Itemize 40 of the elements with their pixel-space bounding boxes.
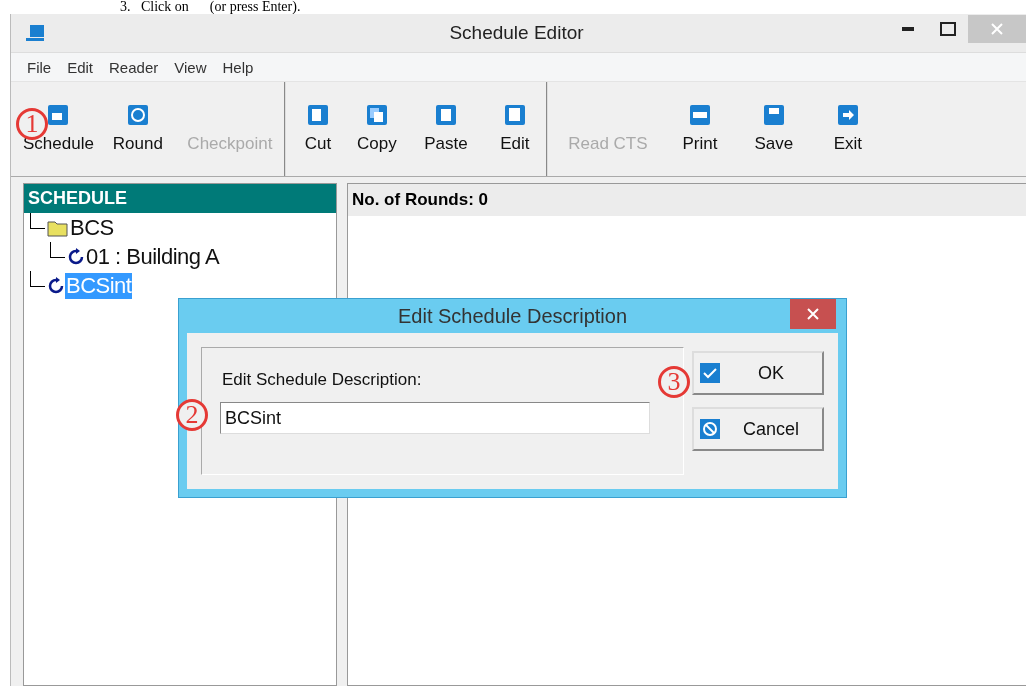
menu-item[interactable]: Edit bbox=[67, 58, 94, 76]
maximize-icon bbox=[940, 22, 956, 36]
menu-item[interactable]: File bbox=[27, 58, 52, 76]
tree-line bbox=[30, 212, 45, 229]
prohibited-icon bbox=[700, 419, 720, 439]
tree-line bbox=[30, 270, 45, 287]
menu-item[interactable]: Help bbox=[222, 58, 254, 76]
menu-item[interactable]: Reader bbox=[109, 58, 159, 76]
toolbar-button[interactable]: Paste bbox=[409, 86, 482, 176]
toolbar-button[interactable]: Save bbox=[737, 86, 810, 176]
toolbar-button[interactable]: Print bbox=[663, 86, 736, 176]
minimize-icon bbox=[902, 27, 914, 31]
description-field[interactable]: BCSint bbox=[220, 402, 650, 434]
target-icon bbox=[126, 104, 149, 126]
rounds-header: No. of Rounds: 0 bbox=[348, 184, 1026, 216]
menu-item[interactable]: View bbox=[174, 58, 207, 76]
dialog-title: Edit Schedule Description bbox=[398, 304, 627, 328]
folder-icon bbox=[47, 218, 69, 237]
cancel-button[interactable]: Cancel bbox=[692, 407, 824, 451]
tree-item[interactable]: BCS bbox=[69, 214, 115, 241]
ok-button[interactable]: OK bbox=[692, 351, 824, 395]
copy-document-icon bbox=[365, 104, 388, 126]
toolbar-button[interactable]: Exit bbox=[811, 86, 884, 176]
tree-header: SCHEDULE bbox=[24, 184, 336, 213]
instruction-text: 3. Click on (or press Enter). bbox=[119, 0, 302, 14]
checkmark-icon bbox=[700, 363, 720, 383]
toolbar-button[interactable]: Edit bbox=[483, 86, 546, 176]
field-label: Edit Schedule Description: bbox=[222, 370, 423, 390]
app-icon bbox=[25, 24, 45, 42]
toolbar-button[interactable]: Cut bbox=[291, 86, 344, 176]
toolbar-button[interactable]: Round bbox=[101, 86, 174, 176]
toolbar-button[interactable]: Copy bbox=[345, 86, 408, 176]
window-title: Schedule Editor bbox=[448, 22, 585, 44]
refresh-icon bbox=[47, 276, 65, 295]
close-button[interactable] bbox=[790, 299, 836, 329]
tree-line bbox=[50, 241, 65, 258]
refresh-icon bbox=[67, 247, 85, 266]
close-icon bbox=[991, 23, 1003, 35]
close-icon bbox=[807, 308, 819, 320]
tree-item[interactable]: 01 : Building A bbox=[85, 243, 221, 270]
